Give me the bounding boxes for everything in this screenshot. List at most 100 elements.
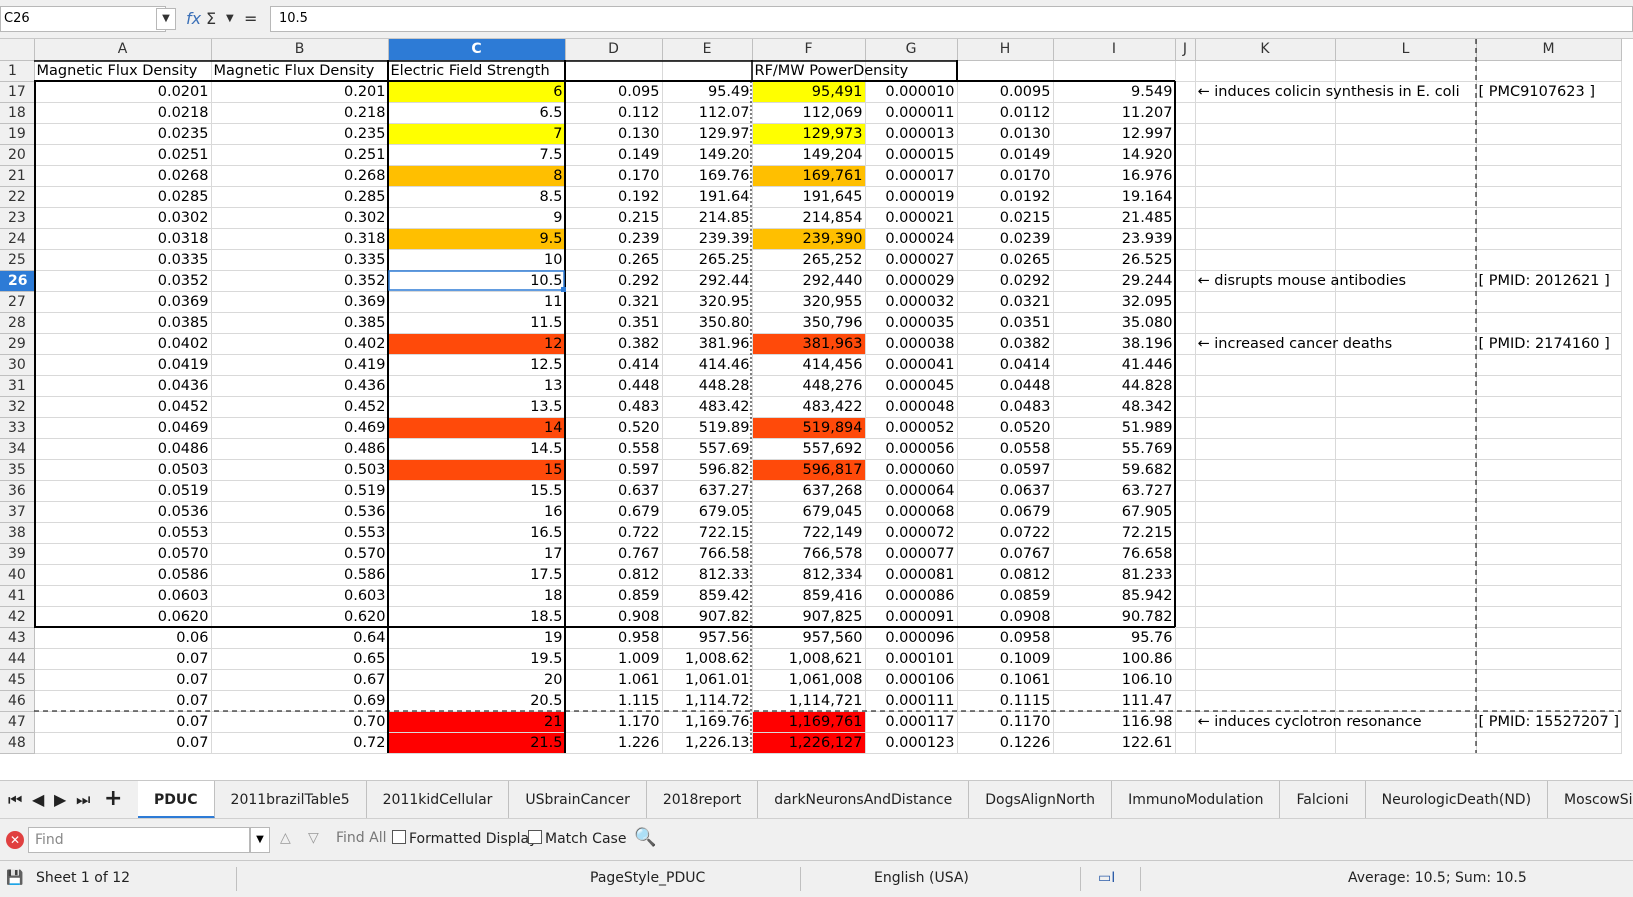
column-header-m[interactable]: M xyxy=(1476,39,1622,61)
cell-j1[interactable] xyxy=(1175,60,1196,82)
cell-i39[interactable]: 76.658 xyxy=(1053,543,1176,565)
cell-c24[interactable]: 9.5 xyxy=(388,228,566,250)
cell-b17[interactable]: 0.201 xyxy=(211,81,389,103)
cell-l45[interactable] xyxy=(1335,669,1477,691)
cell-c23[interactable]: 9 xyxy=(388,207,566,229)
cell-h1[interactable] xyxy=(957,60,1054,82)
cell-m36[interactable] xyxy=(1476,480,1622,502)
cell-g26[interactable]: 0.000029 xyxy=(865,270,958,292)
cell-d29[interactable]: 0.382 xyxy=(565,333,663,355)
cell-h28[interactable]: 0.0351 xyxy=(957,312,1054,334)
cell-f27[interactable]: 320,955 xyxy=(752,291,866,313)
cell-m30[interactable] xyxy=(1476,354,1622,376)
cell-e36[interactable]: 637.27 xyxy=(662,480,753,502)
cell-j32[interactable] xyxy=(1175,396,1196,418)
cell-e48[interactable]: 1,226.13 xyxy=(662,732,753,754)
cell-e21[interactable]: 169.76 xyxy=(662,165,753,187)
row-header[interactable]: 24 xyxy=(0,228,35,250)
find-replace-icon[interactable]: 🔍 xyxy=(634,827,656,848)
column-header-k[interactable]: K xyxy=(1195,39,1336,61)
cell-k23[interactable] xyxy=(1195,207,1336,229)
cell-d42[interactable]: 0.908 xyxy=(565,606,663,628)
cell-e28[interactable]: 350.80 xyxy=(662,312,753,334)
cell-g41[interactable]: 0.000086 xyxy=(865,585,958,607)
cell-h40[interactable]: 0.0812 xyxy=(957,564,1054,586)
cell-f21[interactable]: 169,761 xyxy=(752,165,866,187)
cell-a23[interactable]: 0.0302 xyxy=(34,207,212,229)
row-header[interactable]: 1 xyxy=(0,60,35,82)
cell-d33[interactable]: 0.520 xyxy=(565,417,663,439)
select-all-corner[interactable] xyxy=(0,39,35,61)
cell-a41[interactable]: 0.0603 xyxy=(34,585,212,607)
cell-h18[interactable]: 0.0112 xyxy=(957,102,1054,124)
column-header-d[interactable]: D xyxy=(565,39,663,61)
cell-h24[interactable]: 0.0239 xyxy=(957,228,1054,250)
cell-b42[interactable]: 0.620 xyxy=(211,606,389,628)
cell-k28[interactable] xyxy=(1195,312,1336,334)
cell-h29[interactable]: 0.0382 xyxy=(957,333,1054,355)
cell-g30[interactable]: 0.000041 xyxy=(865,354,958,376)
column-header-b[interactable]: B xyxy=(211,39,389,61)
row-header[interactable]: 31 xyxy=(0,375,35,397)
cell-g40[interactable]: 0.000081 xyxy=(865,564,958,586)
cell-c41[interactable]: 18 xyxy=(388,585,566,607)
cell-d44[interactable]: 1.009 xyxy=(565,648,663,670)
cell-h22[interactable]: 0.0192 xyxy=(957,186,1054,208)
cell-h19[interactable]: 0.0130 xyxy=(957,123,1054,145)
cell-m47[interactable]: [ PMID: 15527207 ] xyxy=(1476,711,1622,733)
cell-j30[interactable] xyxy=(1175,354,1196,376)
cell-g19[interactable]: 0.000013 xyxy=(865,123,958,145)
row-header[interactable]: 22 xyxy=(0,186,35,208)
cell-a33[interactable]: 0.0469 xyxy=(34,417,212,439)
cell-h41[interactable]: 0.0859 xyxy=(957,585,1054,607)
cell-e41[interactable]: 859.42 xyxy=(662,585,753,607)
cell-c36[interactable]: 15.5 xyxy=(388,480,566,502)
cell-j22[interactable] xyxy=(1175,186,1196,208)
cell-d36[interactable]: 0.637 xyxy=(565,480,663,502)
first-sheet-icon[interactable]: ⏮ xyxy=(8,790,22,810)
cell-j27[interactable] xyxy=(1175,291,1196,313)
cell-d18[interactable]: 0.112 xyxy=(565,102,663,124)
cell-k39[interactable] xyxy=(1195,543,1336,565)
cell-e46[interactable]: 1,114.72 xyxy=(662,690,753,712)
cell-f38[interactable]: 722,149 xyxy=(752,522,866,544)
cell-l22[interactable] xyxy=(1335,186,1477,208)
cell-b24[interactable]: 0.318 xyxy=(211,228,389,250)
cell-a45[interactable]: 0.07 xyxy=(34,669,212,691)
cell-g27[interactable]: 0.000032 xyxy=(865,291,958,313)
cell-e39[interactable]: 766.58 xyxy=(662,543,753,565)
cell-a20[interactable]: 0.0251 xyxy=(34,144,212,166)
cell-d21[interactable]: 0.170 xyxy=(565,165,663,187)
cell-c34[interactable]: 14.5 xyxy=(388,438,566,460)
cell-c1[interactable]: Electric Field Strength xyxy=(388,60,566,82)
next-sheet-icon[interactable]: ▶ xyxy=(54,790,66,809)
cell-b39[interactable]: 0.570 xyxy=(211,543,389,565)
cell-m48[interactable] xyxy=(1476,732,1622,754)
cell-m22[interactable] xyxy=(1476,186,1622,208)
cell-i48[interactable]: 122.61 xyxy=(1053,732,1176,754)
cell-b1[interactable]: Magnetic Flux Density xyxy=(211,60,389,82)
cell-f32[interactable]: 483,422 xyxy=(752,396,866,418)
cell-e44[interactable]: 1,008.62 xyxy=(662,648,753,670)
cell-g42[interactable]: 0.000091 xyxy=(865,606,958,628)
cell-i25[interactable]: 26.525 xyxy=(1053,249,1176,271)
cell-e22[interactable]: 191.64 xyxy=(662,186,753,208)
cell-h34[interactable]: 0.0558 xyxy=(957,438,1054,460)
row-header[interactable]: 38 xyxy=(0,522,35,544)
cell-b19[interactable]: 0.235 xyxy=(211,123,389,145)
cell-i34[interactable]: 55.769 xyxy=(1053,438,1176,460)
cell-l35[interactable] xyxy=(1335,459,1477,481)
cell-g22[interactable]: 0.000019 xyxy=(865,186,958,208)
cell-m44[interactable] xyxy=(1476,648,1622,670)
cell-h45[interactable]: 0.1061 xyxy=(957,669,1054,691)
cell-l27[interactable] xyxy=(1335,291,1477,313)
row-header[interactable]: 29 xyxy=(0,333,35,355)
cell-l36[interactable] xyxy=(1335,480,1477,502)
cell-l28[interactable] xyxy=(1335,312,1477,334)
cell-e33[interactable]: 519.89 xyxy=(662,417,753,439)
cell-i20[interactable]: 14.920 xyxy=(1053,144,1176,166)
cell-e25[interactable]: 265.25 xyxy=(662,249,753,271)
cell-j20[interactable] xyxy=(1175,144,1196,166)
cell-j25[interactable] xyxy=(1175,249,1196,271)
cell-g39[interactable]: 0.000077 xyxy=(865,543,958,565)
